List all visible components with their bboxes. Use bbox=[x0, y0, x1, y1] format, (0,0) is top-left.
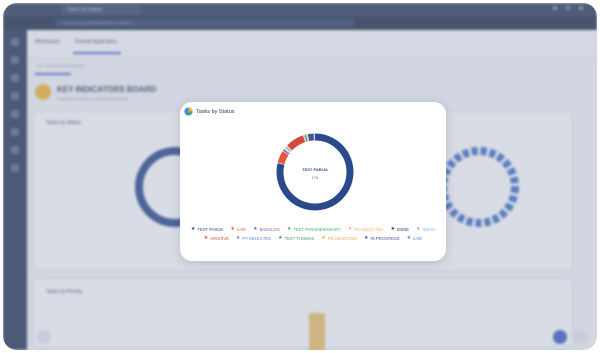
legend-item[interactable]: ★ DONE bbox=[390, 226, 410, 233]
legend-star-icon: ★ bbox=[253, 226, 258, 232]
legend-star-icon: ★ bbox=[230, 226, 235, 232]
legend-item[interactable]: ★ ARCHIVE bbox=[203, 235, 229, 242]
legend-label: TEST PARAMESHWARY bbox=[293, 227, 341, 232]
legend-item[interactable]: ★ LIVE bbox=[406, 235, 423, 242]
legend-star-icon: ★ bbox=[406, 235, 412, 241]
legend-label: ARCHIVE bbox=[210, 236, 229, 241]
legend-item[interactable]: ★ IDEAS bbox=[416, 226, 436, 233]
legend-star-icon: ★ bbox=[364, 235, 369, 241]
legend-label: LIVE bbox=[413, 236, 423, 241]
legend-item[interactable]: ★ PY-SELECTED bbox=[235, 235, 272, 242]
legend-star-icon: ★ bbox=[286, 226, 292, 232]
legend-item[interactable]: ★ BACKLOG bbox=[253, 226, 280, 233]
legend-star-icon: ★ bbox=[235, 235, 241, 241]
legend-item[interactable]: ★ TEST PARIJA bbox=[190, 226, 224, 233]
legend-label: DONE bbox=[396, 227, 410, 232]
legend-label: IDEAS bbox=[422, 227, 436, 232]
legend-item[interactable]: ★ TEST PARAMESHWARY bbox=[286, 226, 341, 233]
legend-item[interactable]: ★ IN PROGRESS bbox=[364, 235, 400, 242]
donut-svg bbox=[276, 133, 354, 211]
donut-chart[interactable]: TEST PARIJA 175 bbox=[272, 129, 358, 215]
legend-label: LIVE bbox=[237, 227, 247, 232]
legend-star-icon: ★ bbox=[347, 226, 353, 232]
chart-modal: Tasks by Status TEST PARIJA 175 ★ TEST PA… bbox=[180, 102, 446, 261]
legend-item[interactable]: ★ PD-SELECTED bbox=[347, 226, 384, 233]
legend-item[interactable]: ★ LIVE bbox=[230, 226, 247, 233]
legend-label: PY-SELECTED bbox=[242, 236, 272, 241]
chart-legend-row: ★ ARCHIVE ★ PY-SELECTED ★ TEST THOMAS ★ PD-SELE… bbox=[180, 235, 446, 242]
chart-legend-row: ★ TEST PARIJA ★ LIVE ★ BACKLOG ★ TEST PARAMESHW… bbox=[180, 226, 446, 233]
legend-item[interactable]: ★ PD-SELECTED bbox=[321, 235, 358, 242]
donut-center-label: TEST PARIJA bbox=[302, 167, 328, 172]
legend-star-icon: ★ bbox=[321, 235, 326, 241]
legend-star-icon: ★ bbox=[203, 235, 209, 241]
legend-label: TEST THOMAS bbox=[284, 236, 315, 241]
legend-label: IN PROGRESS bbox=[370, 236, 400, 241]
modal-title: Tasks by Status bbox=[196, 108, 235, 115]
legend-label: TEST PARIJA bbox=[197, 227, 224, 232]
legend-star-icon: ★ bbox=[390, 226, 395, 232]
legend-label: PD-SELECTED bbox=[354, 227, 384, 232]
legend-star-icon: ★ bbox=[190, 226, 196, 232]
legend-label: BACKLOG bbox=[259, 227, 280, 232]
legend-label: PD-SELECTED bbox=[327, 236, 358, 241]
legend-star-icon: ★ bbox=[278, 235, 283, 241]
modal-header: Tasks by Status bbox=[184, 107, 235, 116]
donut-center-value: 175 bbox=[311, 175, 319, 180]
legend-item[interactable]: ★ TEST THOMAS bbox=[278, 235, 315, 242]
legend-star-icon: ★ bbox=[416, 226, 421, 232]
pie-chart-icon bbox=[184, 107, 193, 116]
